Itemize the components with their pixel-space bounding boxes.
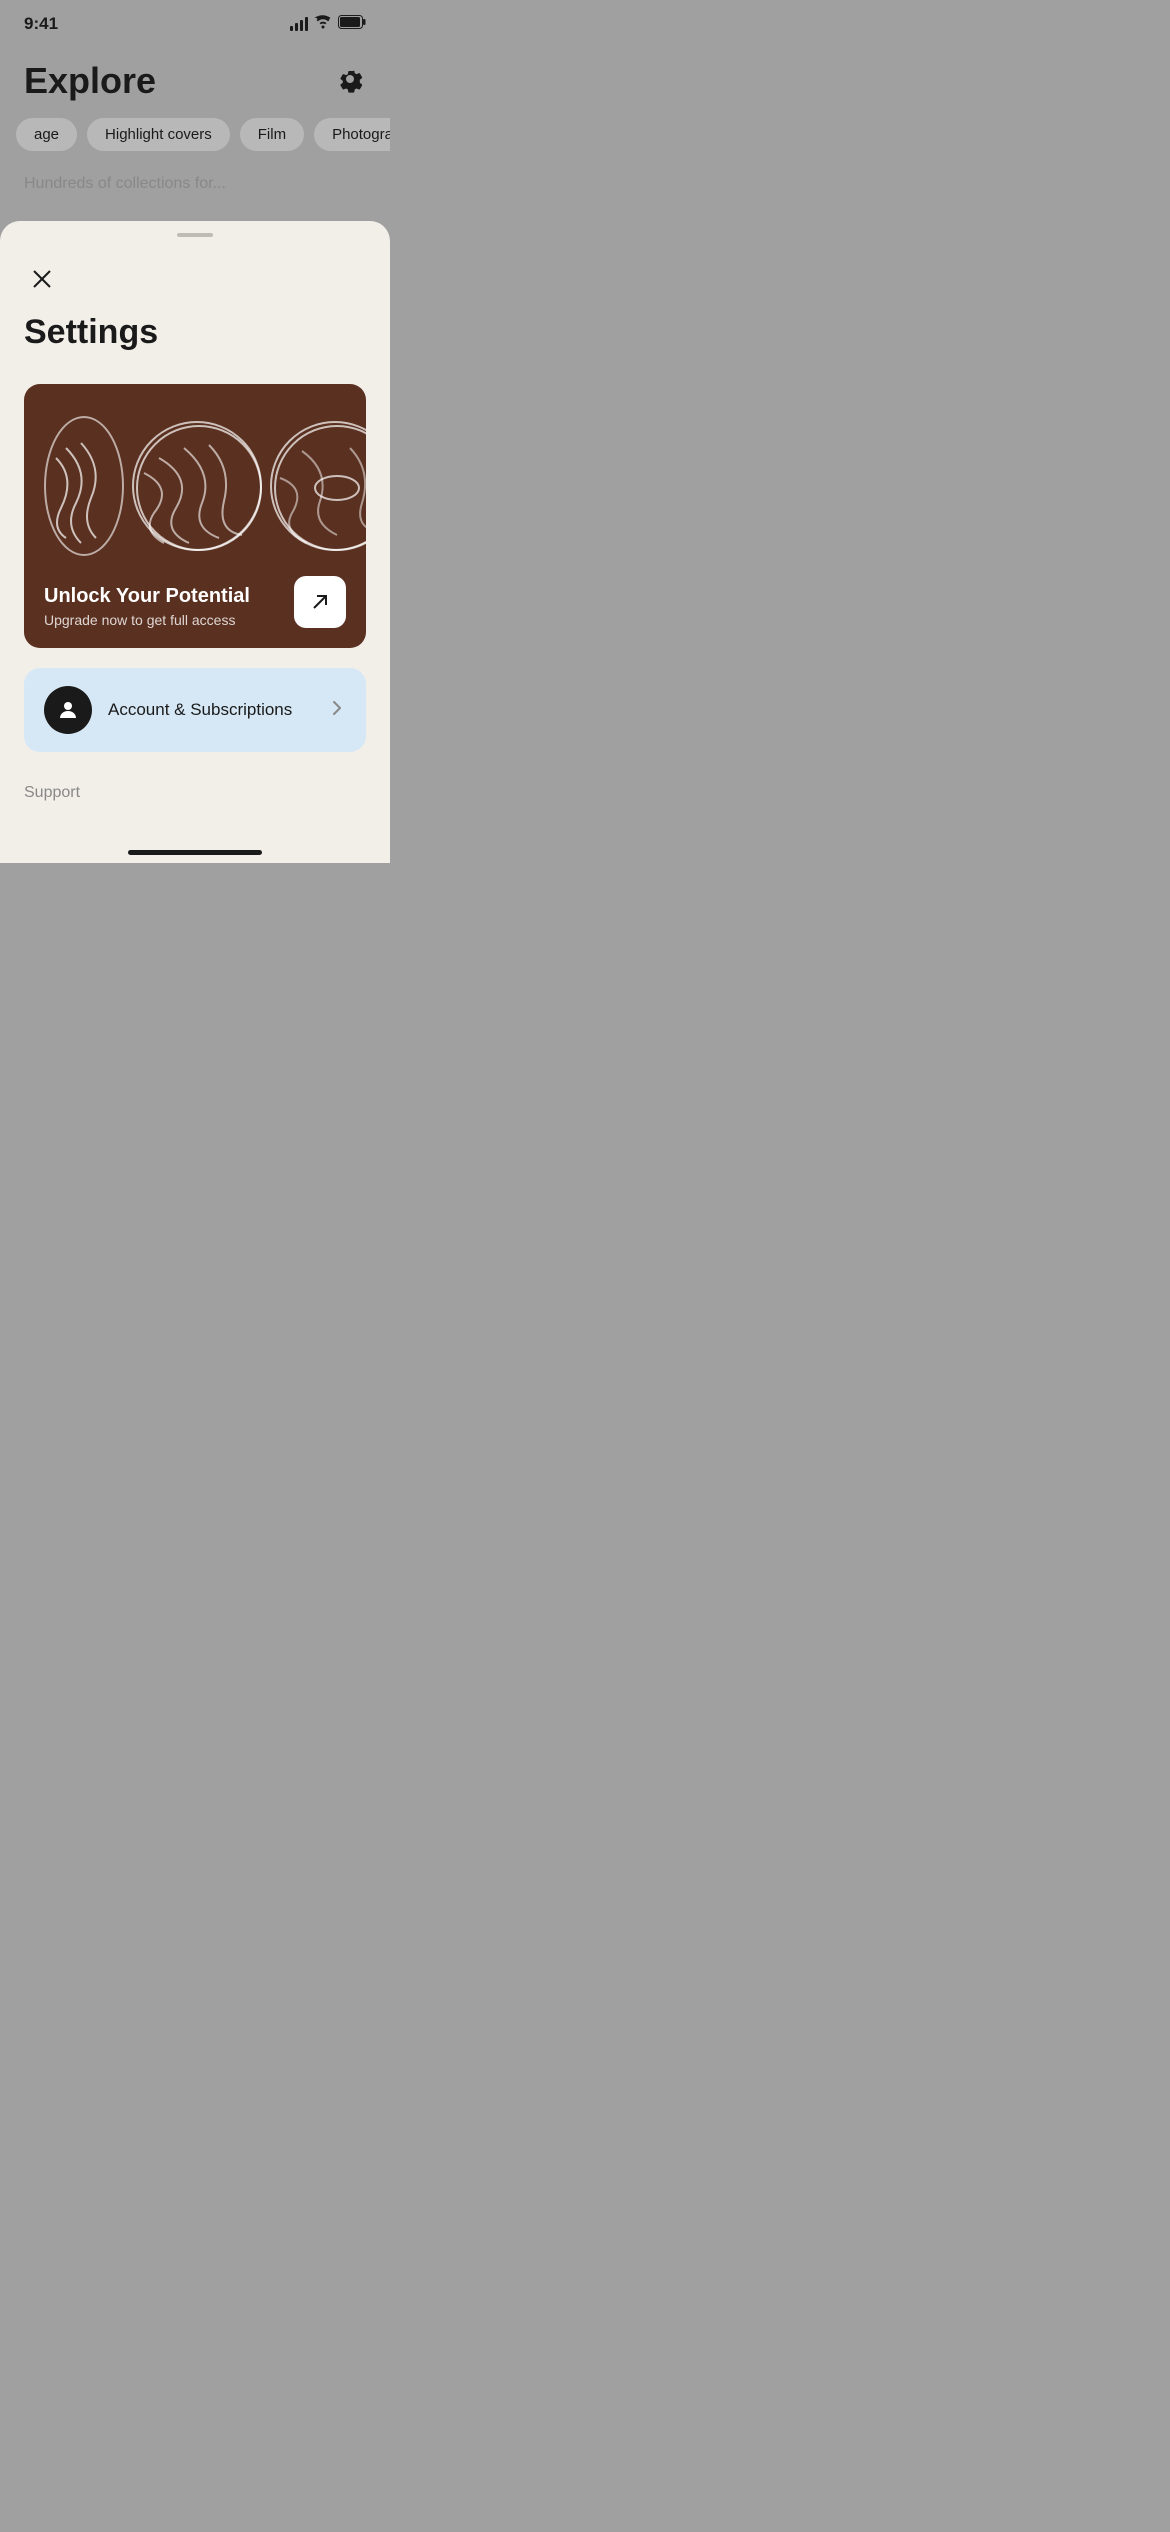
promo-card: Unlock Your Potential Upgrade now to get… (24, 384, 366, 648)
explore-hint: Hundreds of collections for... (0, 167, 390, 201)
promo-bottom: Unlock Your Potential Upgrade now to get… (24, 576, 366, 648)
chevron-right-icon (328, 699, 346, 722)
explore-header: Explore (0, 52, 390, 118)
signal-icon (290, 17, 308, 31)
support-label: Support (24, 784, 80, 801)
account-subscriptions-row[interactable]: Account & Subscriptions (24, 668, 366, 752)
filter-row: age Highlight covers Film Photography (0, 118, 390, 167)
promo-circles-container (24, 384, 366, 576)
account-label: Account & Subscriptions (108, 700, 328, 720)
explore-background: Explore age Highlight covers Film Photog… (0, 42, 390, 201)
filter-pill-film[interactable]: Film (240, 118, 304, 151)
filter-pill-highlight-covers[interactable]: Highlight covers (87, 118, 230, 151)
home-bar (128, 850, 262, 855)
close-button[interactable] (24, 261, 60, 297)
explore-title: Explore (24, 60, 156, 102)
home-indicator (0, 842, 390, 863)
filter-pill-photography[interactable]: Photography (314, 118, 390, 151)
settings-bottom-sheet: Settings (0, 221, 390, 863)
wifi-icon (314, 15, 332, 34)
filter-pill-age[interactable]: age (16, 118, 77, 151)
promo-text-block: Unlock Your Potential Upgrade now to get… (44, 585, 250, 628)
sheet-handle (177, 233, 213, 237)
status-time: 9:41 (24, 14, 58, 34)
status-bar: 9:41 (0, 0, 390, 42)
promo-subtext: Upgrade now to get full access (44, 612, 250, 628)
account-avatar (44, 686, 92, 734)
promo-heading: Unlock Your Potential (44, 585, 250, 608)
sheet-content: Settings (0, 261, 390, 842)
settings-gear-button[interactable] (334, 63, 366, 100)
battery-icon (338, 15, 366, 34)
settings-title: Settings (24, 313, 366, 352)
support-section: Support (24, 784, 366, 802)
status-icons (290, 15, 366, 34)
promo-arrow-button[interactable] (294, 576, 346, 628)
